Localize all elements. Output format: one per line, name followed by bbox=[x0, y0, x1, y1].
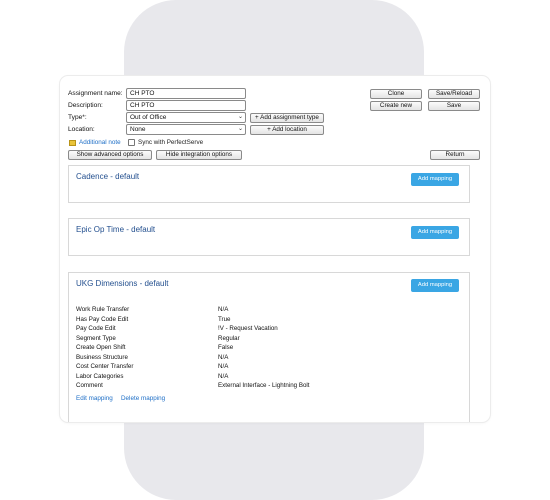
mapping-row: Comment External Interface - Lightning B… bbox=[76, 381, 456, 390]
mapping-key: Cost Center Transfer bbox=[76, 363, 134, 370]
type-label: Type*: bbox=[68, 114, 87, 121]
type-selected-value: Out of Office bbox=[130, 114, 167, 121]
mapping-row: Work Rule Transfer N/A bbox=[76, 305, 456, 314]
mapping-key: Create Open Shift bbox=[76, 344, 126, 351]
mapping-key: Segment Type bbox=[76, 334, 116, 342]
mapping-value: !V - Request Vacation bbox=[218, 325, 278, 332]
location-row: Location: None ⌄ + Add location bbox=[68, 124, 488, 136]
mapping-value: False bbox=[218, 344, 234, 351]
mapping-key: Labor Categories bbox=[76, 372, 124, 380]
edit-mapping-link[interactable]: Edit mapping bbox=[76, 395, 113, 402]
add-assignment-type-button[interactable]: + Add assignment type bbox=[250, 113, 324, 123]
mapping-value: True bbox=[218, 315, 231, 323]
mapping-key: Has Pay Code Edit bbox=[76, 315, 129, 323]
mapping-row: Labor Categories N/A bbox=[76, 372, 456, 381]
show-advanced-options-button[interactable]: Show advanced options bbox=[68, 150, 152, 160]
panel-title: Epic Op Time - default bbox=[76, 225, 156, 234]
cadence-panel: Cadence - default Add mapping bbox=[68, 165, 470, 203]
mapping-value: Regular bbox=[218, 334, 240, 342]
mapping-key: Work Rule Transfer bbox=[76, 306, 130, 313]
location-select[interactable]: None ⌄ bbox=[126, 124, 246, 135]
mapping-key: Business Structure bbox=[76, 353, 128, 361]
save-reload-button[interactable]: Save/Reload bbox=[428, 89, 480, 99]
chevron-down-icon: ⌄ bbox=[237, 114, 243, 120]
description-row: Description: CH PTO bbox=[68, 100, 488, 112]
mapping-value: External Interface - Lightning Bolt bbox=[218, 382, 310, 389]
mapping-row: Has Pay Code Edit True bbox=[76, 315, 456, 324]
add-mapping-button[interactable]: Add mapping bbox=[411, 173, 459, 186]
description-label: Description: bbox=[68, 102, 103, 109]
mapping-value: N/A bbox=[218, 353, 229, 361]
description-input[interactable]: CH PTO bbox=[126, 100, 246, 111]
type-select[interactable]: Out of Office ⌄ bbox=[126, 112, 246, 123]
mapping-value: N/A bbox=[218, 306, 229, 313]
chevron-down-icon: ⌄ bbox=[237, 126, 243, 132]
assignment-name-input[interactable]: CH PTO bbox=[126, 88, 246, 99]
mapping-row: Create Open Shift False bbox=[76, 343, 456, 352]
mapping-value: N/A bbox=[218, 372, 229, 380]
return-button[interactable]: Return bbox=[430, 150, 480, 160]
location-label: Location: bbox=[68, 126, 95, 133]
mapping-key: Comment bbox=[76, 382, 103, 389]
mapping-key: Pay Code Edit bbox=[76, 325, 116, 332]
mapping-row: Pay Code Edit !V - Request Vacation bbox=[76, 324, 456, 333]
hide-integration-options-button[interactable]: Hide integration options bbox=[156, 150, 242, 160]
mapping-row: Cost Center Transfer N/A bbox=[76, 362, 456, 371]
assignment-name-label: Assignment name: bbox=[68, 90, 123, 97]
delete-mapping-link[interactable]: Delete mapping bbox=[121, 395, 165, 402]
sync-perfectserve-checkbox[interactable] bbox=[128, 139, 135, 146]
location-selected-value: None bbox=[130, 126, 146, 133]
additional-note-link[interactable]: Additional note bbox=[79, 139, 121, 146]
mapping-row: Business Structure N/A bbox=[76, 353, 456, 362]
panel-title: Cadence - default bbox=[76, 172, 140, 181]
type-row: Type*: Out of Office ⌄ + Add assignment … bbox=[68, 112, 488, 124]
sync-perfectserve-label: Sync with PerfectServe bbox=[138, 139, 204, 146]
create-new-button[interactable]: Create new bbox=[370, 101, 422, 111]
assignment-name-row: Assignment name: CH PTO bbox=[68, 88, 488, 100]
clone-button[interactable]: Clone bbox=[370, 89, 422, 99]
ukg-dimensions-panel: UKG Dimensions - default Add mapping Wor… bbox=[68, 272, 470, 422]
mapping-row: Segment Type Regular bbox=[76, 334, 456, 343]
note-icon bbox=[69, 140, 76, 146]
add-mapping-button[interactable]: Add mapping bbox=[411, 226, 459, 239]
mapping-value: N/A bbox=[218, 363, 229, 370]
add-location-button[interactable]: + Add location bbox=[250, 125, 324, 135]
epic-op-time-panel: Epic Op Time - default Add mapping bbox=[68, 218, 470, 256]
save-button[interactable]: Save bbox=[428, 101, 480, 111]
assignment-editor-card: Assignment name: CH PTO Clone Save/Reloa… bbox=[60, 76, 490, 422]
add-mapping-button[interactable]: Add mapping bbox=[411, 279, 459, 292]
panel-title: UKG Dimensions - default bbox=[76, 279, 169, 288]
